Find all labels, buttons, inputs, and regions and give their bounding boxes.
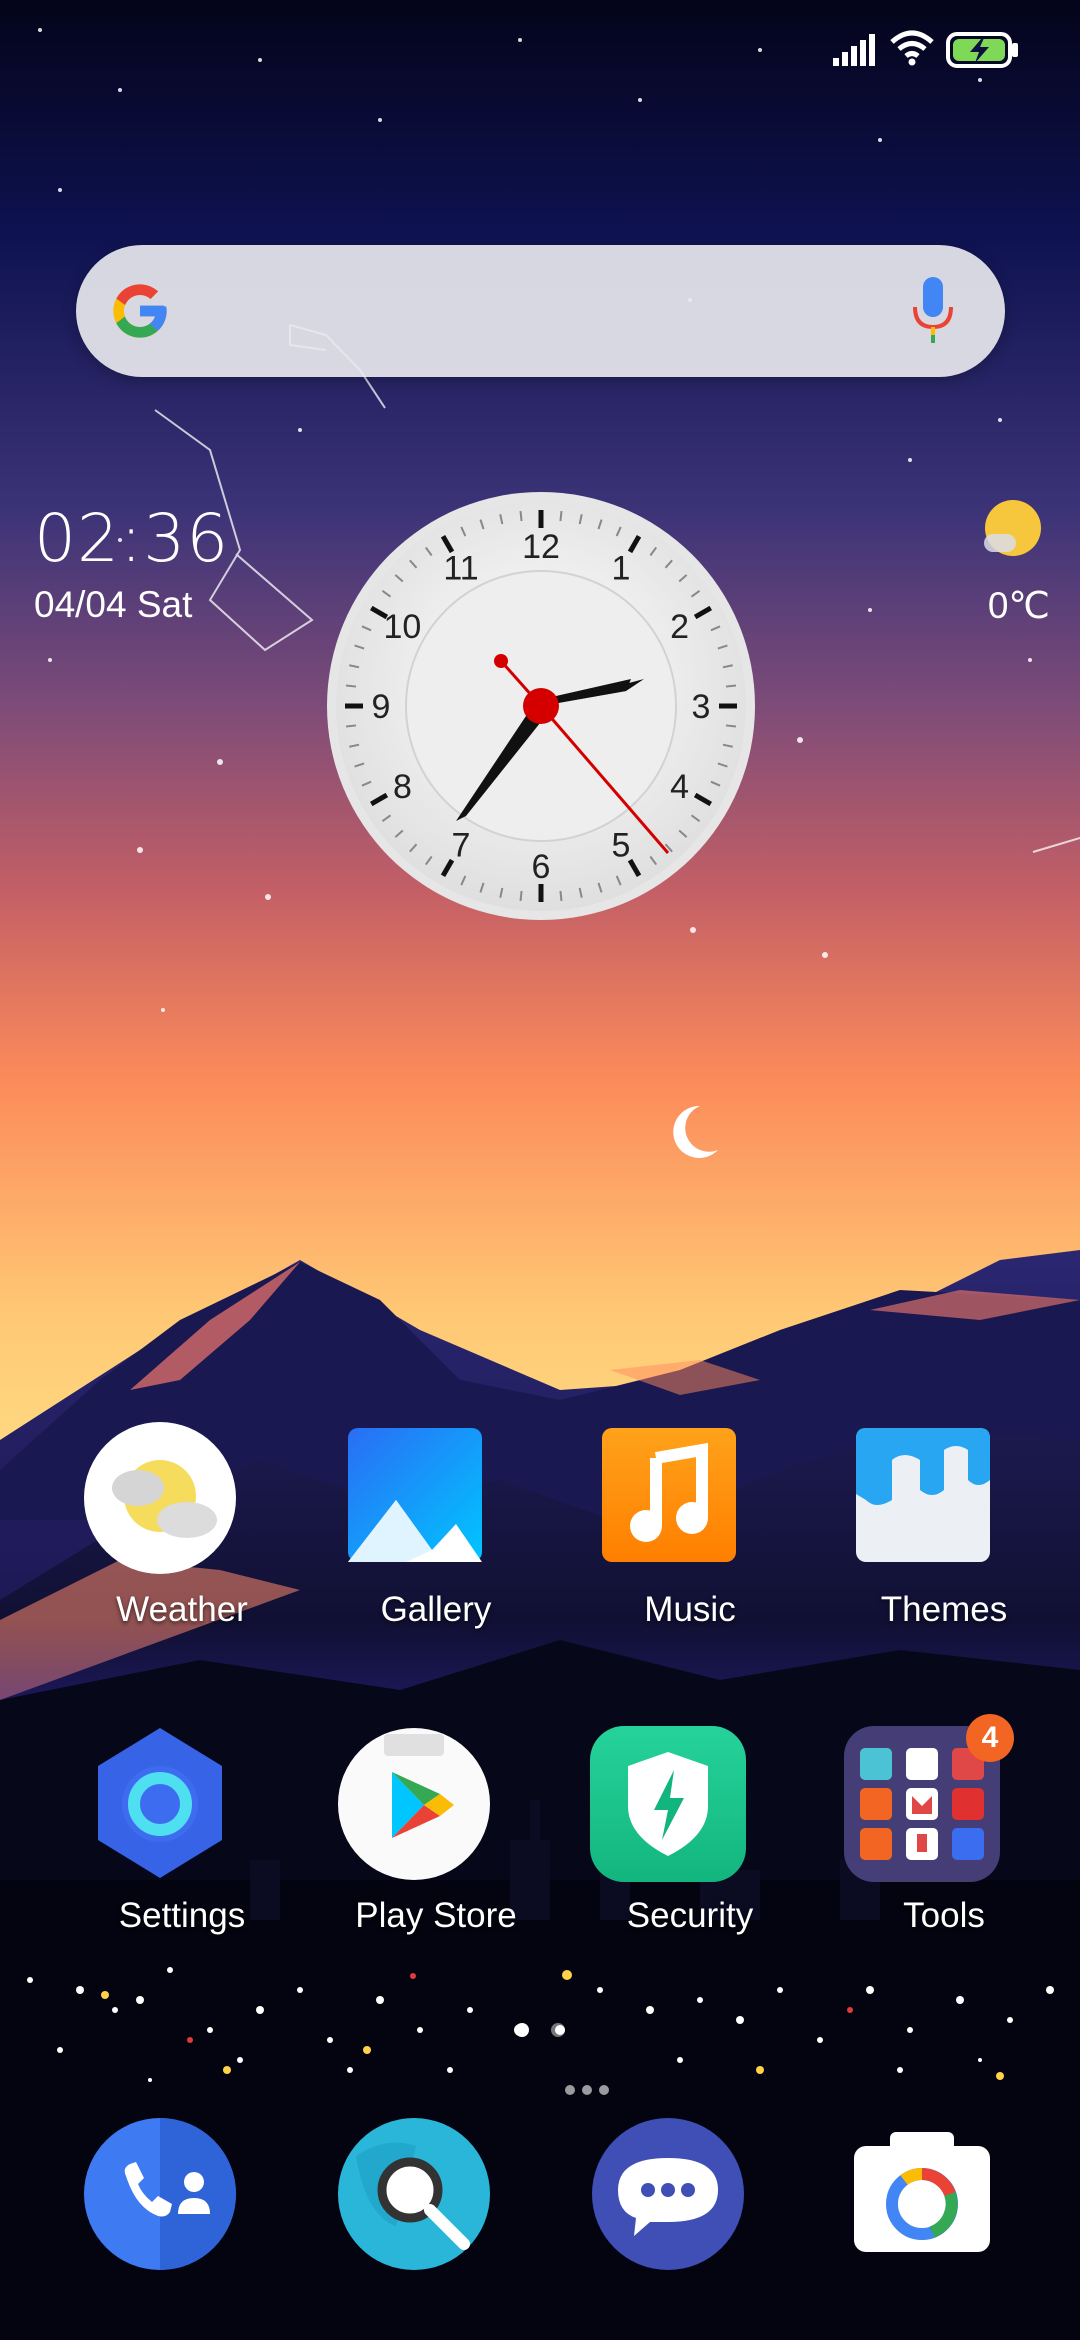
clock-minute-tick bbox=[559, 510, 563, 522]
gallery-icon bbox=[348, 1428, 482, 1562]
app-gallery[interactable]: Gallery bbox=[336, 1420, 492, 1660]
app-label: Music bbox=[644, 1590, 736, 1629]
clock-minute-tick bbox=[345, 724, 357, 728]
temperature-label: 0℃ bbox=[987, 585, 1050, 626]
page-indicator[interactable] bbox=[0, 2020, 1080, 2050]
clock-number: 10 bbox=[384, 608, 422, 646]
settings-icon bbox=[98, 1728, 222, 1878]
app-security[interactable]: Security bbox=[590, 1726, 753, 1966]
clock-number: 8 bbox=[393, 768, 412, 806]
app-music[interactable]: Music bbox=[590, 1420, 746, 1660]
clock-minute-tick bbox=[725, 724, 737, 728]
sunny-icon-cloud bbox=[984, 534, 1016, 552]
app-label: Gallery bbox=[380, 1590, 492, 1629]
mic-icon[interactable] bbox=[911, 277, 955, 345]
clock-number: 9 bbox=[372, 688, 391, 726]
app-label: Tools bbox=[903, 1896, 985, 1935]
clock-number: 6 bbox=[532, 848, 551, 886]
clock-minute-tick bbox=[725, 684, 737, 688]
music-icon bbox=[602, 1428, 736, 1562]
analog-clock[interactable]: 121234567891011 bbox=[326, 491, 756, 921]
clock-number: 11 bbox=[443, 549, 478, 587]
app-label: Security bbox=[626, 1896, 754, 1935]
google-search-bar[interactable] bbox=[76, 245, 1005, 377]
dock bbox=[0, 2116, 1080, 2276]
clock-minute-tick bbox=[519, 890, 523, 902]
app-tools-folder[interactable]: 4 Tools bbox=[844, 1714, 1014, 1966]
clock-minute-tick bbox=[345, 684, 357, 688]
status-bar bbox=[0, 0, 1080, 90]
camera-icon[interactable] bbox=[844, 2116, 1000, 2272]
themes-icon bbox=[856, 1428, 990, 1562]
app-play-store[interactable]: Play Store bbox=[336, 1726, 517, 1966]
notification-badge: 4 bbox=[966, 1714, 1014, 1762]
clock-number: 5 bbox=[612, 827, 631, 865]
clock-number: 3 bbox=[692, 688, 711, 726]
weather-icon bbox=[84, 1422, 236, 1574]
phone-icon[interactable] bbox=[82, 2116, 238, 2272]
app-label: Play Store bbox=[355, 1896, 517, 1935]
battery-charging-icon bbox=[946, 32, 1018, 68]
app-label: Settings bbox=[118, 1896, 246, 1935]
clock-number: 4 bbox=[670, 768, 689, 806]
app-themes[interactable]: Themes bbox=[844, 1420, 1007, 1660]
play-store-icon bbox=[338, 1728, 490, 1880]
clock-number: 7 bbox=[452, 827, 471, 865]
app-weather[interactable]: Weather bbox=[82, 1420, 248, 1660]
wifi-icon bbox=[890, 30, 934, 66]
date-label: 04/04 Sat bbox=[34, 584, 193, 625]
app-settings[interactable]: Settings bbox=[82, 1726, 245, 1966]
signal-icon bbox=[833, 34, 875, 66]
google-g-icon bbox=[113, 284, 167, 338]
moon-icon bbox=[673, 1105, 718, 1158]
clock-number: 12 bbox=[522, 528, 560, 566]
app-label: Themes bbox=[880, 1590, 1008, 1629]
digital-clock[interactable]: 02:36 bbox=[34, 500, 229, 577]
messages-icon[interactable] bbox=[590, 2116, 746, 2272]
security-icon bbox=[590, 1726, 746, 1882]
clock-minute-tick bbox=[559, 890, 563, 902]
clock-center bbox=[523, 688, 559, 724]
page-indicator-secondary bbox=[565, 2085, 609, 2095]
clock-number: 2 bbox=[670, 608, 689, 646]
browser-icon[interactable] bbox=[336, 2116, 492, 2272]
clock-minute-tick bbox=[519, 510, 523, 522]
app-label: Weather bbox=[116, 1590, 248, 1629]
clock-number: 1 bbox=[612, 549, 631, 587]
